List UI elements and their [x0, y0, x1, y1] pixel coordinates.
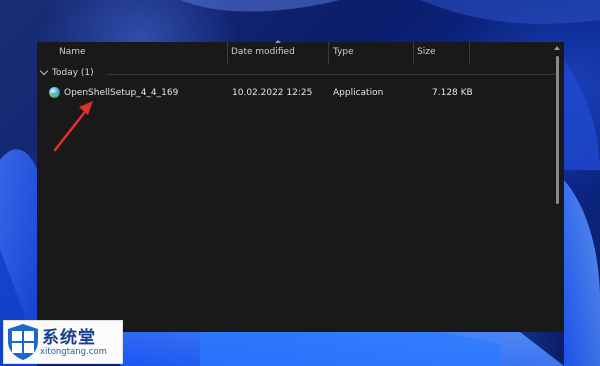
red-arrow-icon [53, 101, 93, 152]
shield-logo-icon [8, 324, 38, 360]
watermark-url: xitongtang.com [40, 347, 107, 357]
watermark-title: 系统堂 [42, 328, 96, 348]
site-watermark: 系统堂 xitongtang.com [3, 320, 123, 364]
